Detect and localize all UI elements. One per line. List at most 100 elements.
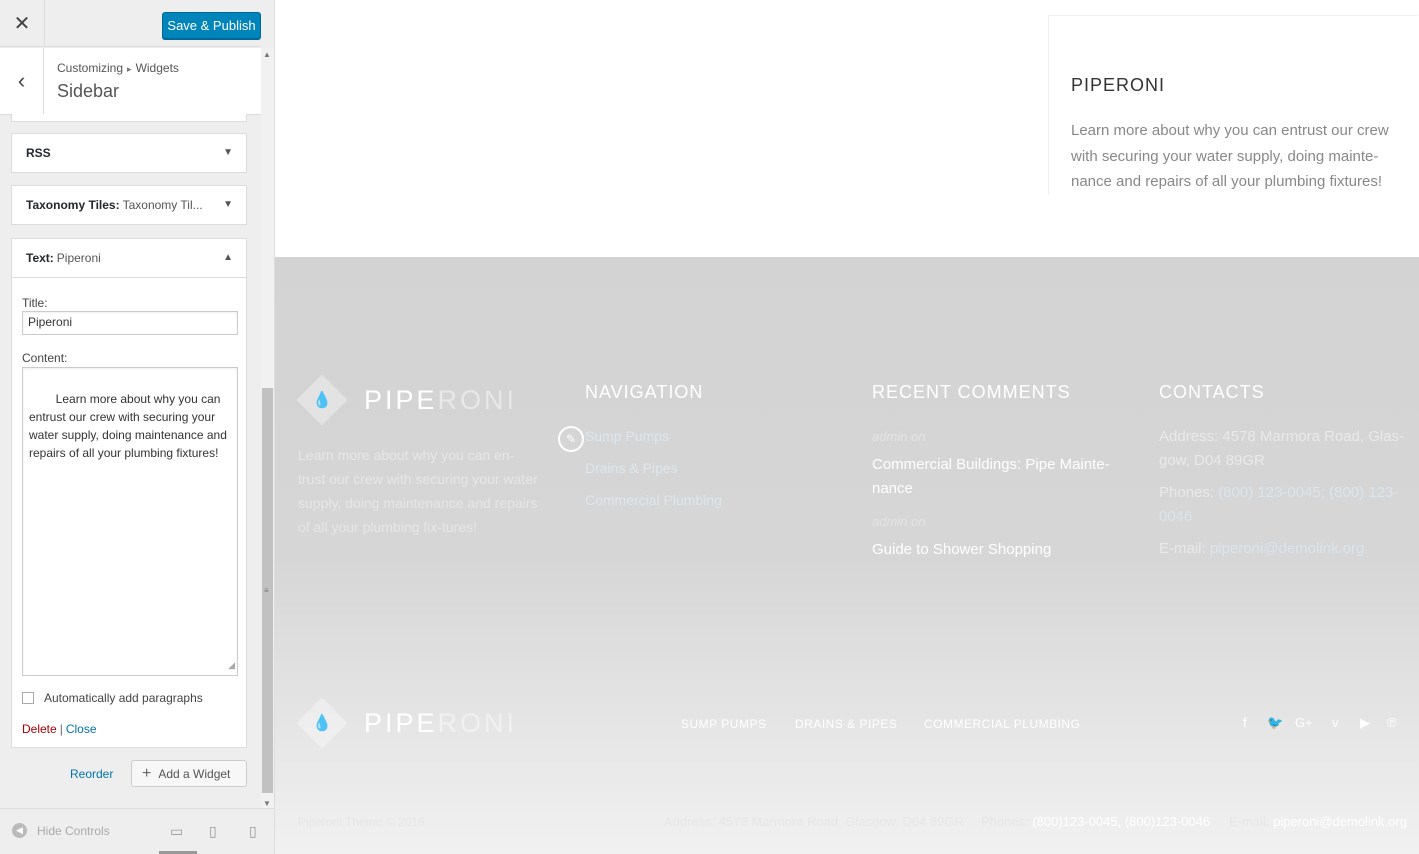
water-drop-icon: 💧: [312, 391, 332, 409]
vimeo-icon[interactable]: v: [1332, 715, 1339, 730]
collapse-left-icon: ◀: [12, 823, 27, 838]
bottom-phones: Phones: (800)123-0045, (800)123-0046: [981, 814, 1210, 829]
comment-link[interactable]: Guide to Shower Shopping: [872, 538, 1122, 562]
site-preview: PIPERONI Learn more about why you can en…: [275, 0, 1419, 854]
bottom-nav-sump-pumps[interactable]: SUMP PUMPS: [681, 717, 766, 731]
scroll-down-icon[interactable]: ▼: [263, 799, 271, 808]
close-link[interactable]: Close: [66, 722, 97, 736]
save-publish-button[interactable]: Save & Publish: [162, 12, 261, 39]
section-header: ‹ Customizing ▸ Widgets Sidebar: [0, 48, 261, 115]
auto-paragraphs-checkbox[interactable]: [22, 692, 34, 704]
hide-controls-button[interactable]: ◀ Hide Controls: [12, 823, 110, 838]
bottom-email: E-mail: piperoni@demolink.org: [1229, 814, 1407, 829]
pinterest-icon[interactable]: ℗: [1387, 715, 1397, 730]
delete-link[interactable]: Delete: [22, 722, 57, 736]
facebook-icon[interactable]: f: [1243, 715, 1247, 730]
nav-link-sump-pumps[interactable]: Sump Pumps: [585, 428, 669, 444]
auto-paragraphs-row: Automatically add paragraphs: [22, 691, 203, 705]
nav-link-drains-pipes[interactable]: Drains & Pipes: [585, 460, 678, 476]
comment-link[interactable]: Commercial Buildings: Pipe Mainte-nance: [872, 453, 1122, 501]
add-widget-button[interactable]: + Add a Widget: [131, 760, 247, 787]
panel-scrollbar[interactable]: ▲ ≡ ▼: [261, 48, 274, 808]
contacts-heading: CONTACTS: [1159, 382, 1265, 402]
comment-meta: admin on: [872, 429, 926, 444]
customizer-panel: ✕ Save & Publish ‹ Customizing ▸ Widgets S…: [0, 0, 275, 854]
footer-logo[interactable]: 💧 PIPE RONI: [296, 374, 518, 426]
tablet-preview-icon[interactable]: ▯: [209, 823, 217, 840]
logo-mark: 💧: [296, 374, 348, 426]
widget-subtitle: Piperoni: [56, 251, 101, 265]
hide-controls-label: Hide Controls: [37, 823, 110, 838]
bottom-phones-label: Phones:: [981, 814, 1029, 829]
copyright: Piperoni Theme © 2016: [298, 815, 425, 829]
contact-email: E-mail: piperoni@demolink.org: [1159, 537, 1409, 561]
email-value[interactable]: piperoni@demolink.org: [1210, 540, 1364, 557]
recent-comments-heading: RECENT COMMENTS: [872, 382, 1071, 402]
widget-actions: Delete | Close: [22, 722, 97, 736]
widget-name: Text:: [26, 251, 54, 265]
customizer-header: ✕ Save & Publish: [0, 0, 261, 47]
water-drop-icon: 💧: [312, 714, 332, 732]
youtube-icon[interactable]: ▶: [1360, 715, 1370, 731]
scroll-up-icon[interactable]: ▲: [263, 50, 271, 59]
nav-link-commercial-plumbing[interactable]: Commercial Plumbing: [585, 492, 722, 508]
scroll-grip-icon: ≡: [264, 586, 269, 595]
breadcrumb-separator-icon: ▸: [127, 64, 132, 74]
edit-shortcut-icon[interactable]: ✎: [558, 426, 584, 452]
content-area: PIPERONI Learn more about why you can en…: [275, 0, 1419, 257]
mobile-preview-icon[interactable]: ▯: [249, 823, 257, 840]
expand-arrow-icon[interactable]: ▼: [223, 199, 233, 210]
logo-text-part2: RONI: [437, 384, 518, 415]
site-footer: 💧 PIPE RONI Learn more about why you can …: [275, 257, 1419, 854]
reorder-link[interactable]: Reorder: [70, 767, 113, 781]
section-title: Sidebar: [57, 81, 120, 101]
text-widget-form: Title: Piperoni Content: Learn more abou…: [11, 278, 247, 748]
phones-label: Phones:: [1159, 484, 1215, 501]
breadcrumb-current: Widgets: [135, 61, 179, 75]
footer-about-text: Learn more about why you can en-trust ou…: [298, 447, 538, 535]
title-label: Title:: [22, 296, 48, 310]
breadcrumb: Customizing ▸ Widgets: [57, 61, 179, 75]
twitter-icon[interactable]: 🐦: [1267, 715, 1283, 731]
google-plus-icon[interactable]: G+: [1295, 715, 1313, 730]
add-widget-label: Add a Widget: [158, 766, 231, 781]
email-label: E-mail:: [1159, 540, 1206, 557]
desktop-preview-icon[interactable]: ▭: [170, 823, 183, 840]
customizer-footer: ◀ Hide Controls ▭ ▯ ▯: [0, 808, 274, 854]
expand-arrow-icon[interactable]: ▼: [223, 147, 233, 158]
breadcrumb-root: Customizing: [57, 61, 124, 75]
widget-taxonomy-tiles[interactable]: Taxonomy Tiles: Taxonomy Til... ▼: [11, 185, 247, 225]
plus-icon: +: [142, 764, 152, 782]
collapse-arrow-icon[interactable]: ▲: [223, 252, 233, 263]
content-textarea[interactable]: Learn more about why you can entrust our…: [22, 367, 238, 676]
title-input[interactable]: Piperoni: [22, 311, 238, 335]
bottom-nav-drains-pipes[interactable]: DRAINS & PIPES: [795, 717, 897, 731]
logo-text-part1: PIPE: [364, 384, 438, 415]
logo-text-part2: RONI: [437, 707, 518, 738]
bottom-nav-commercial-plumbing[interactable]: COMMERCIAL PLUMBING: [924, 717, 1080, 731]
widget-text[interactable]: Text: Piperoni ▲: [11, 238, 247, 278]
logo-text-part1: PIPE: [364, 707, 438, 738]
content-text: Learn more about why you can entrust our…: [29, 392, 231, 460]
bottom-email-value[interactable]: piperoni@demolink.org: [1273, 814, 1407, 829]
app-root: ✕ Save & Publish ‹ Customizing ▸ Widgets S…: [0, 0, 1419, 854]
back-arrow-icon[interactable]: ‹: [0, 48, 44, 114]
widget-subtitle: Taxonomy Til...: [122, 198, 203, 212]
widget-stub: [11, 114, 247, 122]
widget-rss[interactable]: RSS ▼: [11, 133, 247, 173]
comment-meta: admin on: [872, 514, 926, 529]
content-label: Content:: [22, 351, 68, 365]
sidebar-widget-text: Learn more about why you can entrust our…: [1071, 122, 1389, 190]
auto-paragraphs-label: Automatically add paragraphs: [44, 691, 203, 705]
widget-name: RSS: [26, 146, 51, 160]
contact-address: Address: 4578 Marmora Road, Glas-gow, D0…: [1159, 428, 1405, 469]
widget-name: Taxonomy Tiles:: [26, 198, 120, 212]
resize-handle-icon[interactable]: ◢: [228, 656, 235, 674]
bottom-logo[interactable]: 💧 PIPE RONI: [296, 697, 518, 749]
bottom-email-label: E-mail:: [1229, 814, 1270, 829]
bottom-phones-value[interactable]: (800)123-0045, (800)123-0046: [1032, 814, 1210, 829]
close-icon[interactable]: ✕: [0, 0, 45, 47]
action-separator: |: [59, 722, 63, 736]
navigation-heading: NAVIGATION: [585, 382, 704, 402]
bottom-address: Address: 4578 Marmora Road, Glasgow, D04…: [664, 814, 964, 829]
